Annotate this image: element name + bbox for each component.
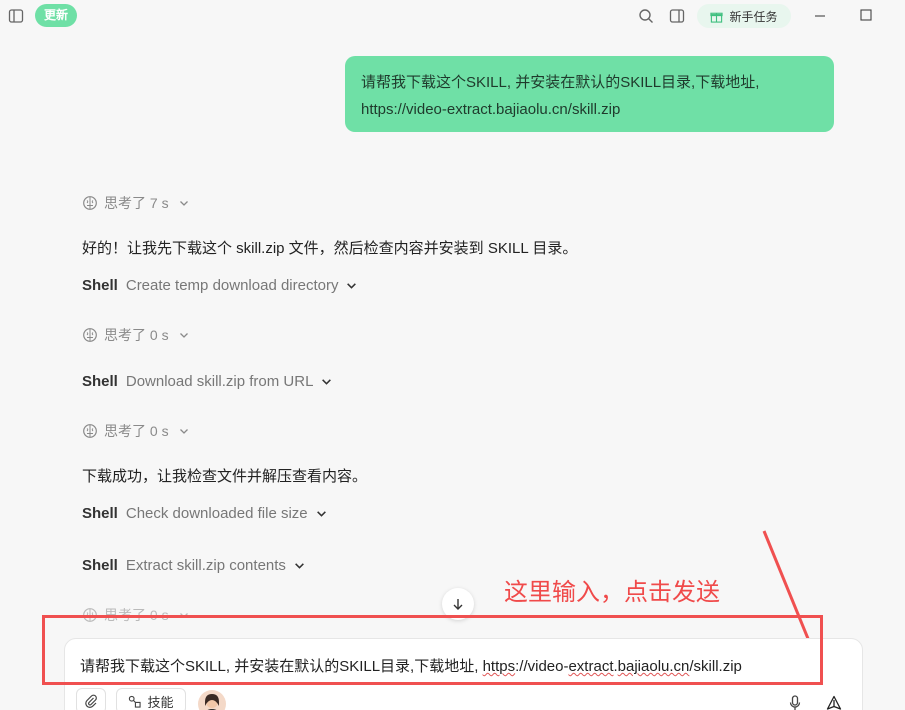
- microphone-icon[interactable]: [786, 694, 804, 710]
- chevron-down-icon: [179, 429, 188, 434]
- think-label: 思考了 7 s: [104, 195, 169, 211]
- shell-keyword: Shell: [82, 557, 118, 574]
- brain-icon: [83, 424, 97, 438]
- gift-icon: [710, 12, 724, 23]
- skills-label: 技能: [147, 694, 174, 710]
- agent-avatar[interactable]: [198, 690, 226, 710]
- shell-keyword: Shell: [82, 505, 118, 522]
- think-toggle[interactable]: 思考了 7 s: [82, 193, 189, 213]
- chevron-down-icon: [316, 511, 326, 517]
- shell-step[interactable]: Shell Create temp download directory: [82, 277, 357, 294]
- user-message-bubble: 请帮我下载这个SKILL, 并安装在默认的SKILL目录,下载地址, https…: [345, 56, 834, 132]
- shell-keyword: Shell: [82, 277, 118, 294]
- newbie-task-button[interactable]: 新手任务: [697, 4, 791, 28]
- shell-step[interactable]: Shell Download skill.zip from URL: [82, 373, 332, 390]
- paperclip-icon: [85, 694, 97, 708]
- user-message-line1: 请帮我下载这个SKILL, 并安装在默认的SKILL目录,下载地址,: [361, 74, 760, 91]
- think-label: 思考了 0 s: [104, 423, 169, 439]
- shell-step[interactable]: Shell Extract skill.zip contents: [82, 557, 305, 574]
- top-bar: 更新 新手任务: [0, 0, 905, 32]
- chevron-down-icon: [322, 379, 332, 385]
- user-message-line2: https://video-extract.bajiaolu.cn/skill.…: [361, 101, 621, 118]
- task-button-label: 新手任务: [729, 9, 778, 24]
- shell-description: Create temp download directory: [125, 277, 339, 294]
- annotation-highlight-frame: [42, 615, 823, 685]
- skills-button[interactable]: 技能: [116, 688, 186, 710]
- shell-description: Download skill.zip from URL: [125, 373, 314, 390]
- chevron-down-icon: [295, 563, 304, 569]
- search-icon[interactable]: [636, 6, 656, 26]
- assistant-reply: 下载成功，让我检查文件并解压查看内容。: [82, 468, 368, 485]
- brain-icon: [83, 196, 97, 210]
- sidebar-toggle-icon[interactable]: [6, 6, 26, 26]
- assistant-reply: 好的！让我先下载这个 skill.zip 文件，然后检查内容并安装到 SKILL…: [82, 240, 578, 257]
- send-icon[interactable]: [825, 694, 843, 710]
- think-toggle[interactable]: 思考了 0 s: [82, 421, 189, 441]
- annotation-text: 这里输入，点击发送: [504, 579, 720, 606]
- skills-icon: [129, 695, 142, 708]
- shell-step[interactable]: Shell Check downloaded file size: [82, 505, 327, 522]
- think-label: 思考了 0 s: [104, 327, 169, 343]
- shell-description: Check downloaded file size: [125, 505, 308, 522]
- think-toggle[interactable]: 思考了 0 s: [82, 325, 189, 345]
- update-badge[interactable]: 更新: [35, 4, 78, 27]
- minimize-icon[interactable]: [810, 6, 830, 26]
- shell-keyword: Shell: [82, 373, 118, 390]
- chevron-down-icon: [179, 201, 188, 206]
- attach-button[interactable]: [76, 688, 106, 710]
- chevron-down-icon: [179, 333, 188, 338]
- shell-description: Extract skill.zip contents: [125, 557, 286, 574]
- maximize-icon[interactable]: [856, 5, 876, 25]
- panel-toggle-icon[interactable]: [667, 6, 687, 26]
- chevron-down-icon: [347, 283, 357, 289]
- brain-icon: [83, 328, 97, 342]
- arrow-down-icon: [453, 599, 463, 610]
